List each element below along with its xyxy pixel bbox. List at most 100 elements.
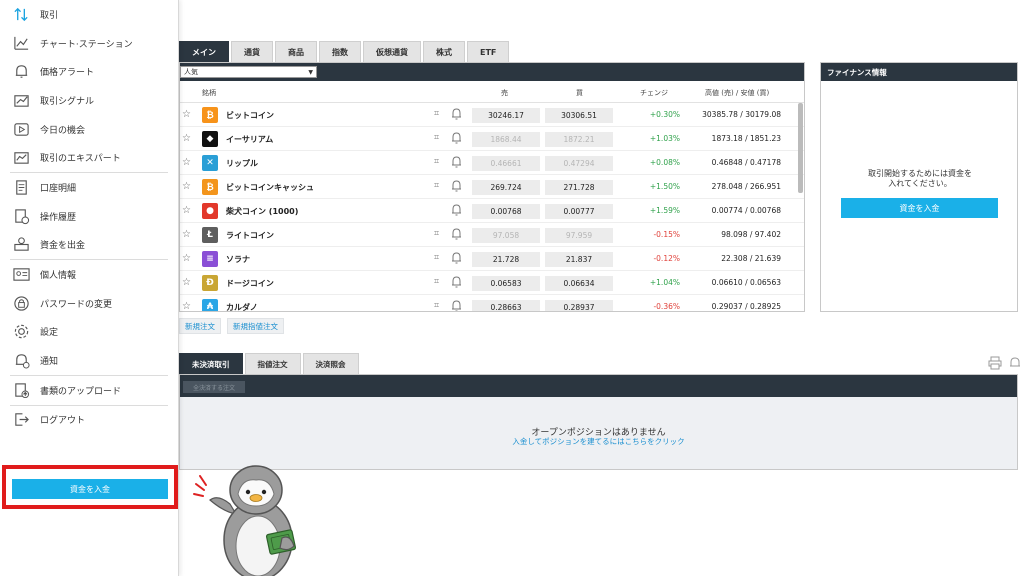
- signal-chart-icon[interactable]: ⌗: [434, 301, 439, 311]
- buy-price-button[interactable]: 0.06634: [545, 276, 613, 291]
- sidebar-item[interactable]: 個人情報: [0, 260, 178, 289]
- star-icon[interactable]: ☆: [182, 229, 191, 240]
- bell-icon[interactable]: [451, 156, 462, 170]
- signal-chart-icon[interactable]: ⌗: [434, 109, 439, 119]
- print-icon[interactable]: [988, 356, 1002, 373]
- star-icon[interactable]: ☆: [182, 181, 191, 192]
- table-row[interactable]: ☆ ◆ イーサリアム ⌗ 1868.44 1872.21 +1.03% 1873.18 / 1…: [180, 127, 804, 151]
- sell-price-button[interactable]: 1868.44: [472, 132, 540, 147]
- category-select[interactable]: 人気 ▼: [180, 66, 317, 78]
- signal-chart-icon[interactable]: ⌗: [434, 133, 439, 143]
- table-row[interactable]: ☆ Ð ドージコイン ⌗ 0.06583 0.06634 +1.04% 0.06610 / 0…: [180, 271, 804, 295]
- sell-price-button[interactable]: 0.28663: [472, 300, 540, 311]
- bell-icon[interactable]: [451, 180, 462, 194]
- withdraw-icon: [12, 236, 30, 254]
- tab-positions[interactable]: 決済照会: [302, 353, 359, 374]
- signal-chart-icon[interactable]: ⌗: [434, 277, 439, 287]
- buy-price-button[interactable]: 21.837: [545, 252, 613, 267]
- signal-chart-icon[interactable]: ⌗: [434, 181, 439, 191]
- sidebar-item[interactable]: 今日の機会: [0, 115, 178, 144]
- star-icon[interactable]: ☆: [182, 253, 191, 264]
- sidebar-deposit-button[interactable]: 資金を入金: [12, 479, 168, 499]
- tab-positions[interactable]: 未決済取引: [179, 353, 243, 374]
- buy-price-button[interactable]: 97.959: [545, 228, 613, 243]
- signal-chart-icon[interactable]: ⌗: [434, 253, 439, 263]
- bell-icon[interactable]: [451, 252, 462, 266]
- sell-price-button[interactable]: 269.724: [472, 180, 540, 195]
- sidebar-item[interactable]: 価格アラート: [0, 57, 178, 86]
- close-all-button[interactable]: 全決済する注文: [183, 381, 245, 393]
- column-header: 銘柄 売 買 チェンジ 高値 (売) / 安値 (買): [180, 81, 804, 103]
- market-panel: 人気 ▼ 銘柄 売 買 チェンジ 高値 (売) / 安値 (買) ☆ ₿ ビットコイ…: [179, 62, 805, 312]
- sidebar-item[interactable]: 取引シグナル: [0, 86, 178, 115]
- sidebar-item[interactable]: 取引: [0, 0, 178, 29]
- tab-market[interactable]: 指数: [319, 41, 361, 62]
- new-limit-order-button[interactable]: 新規指値注文: [227, 318, 284, 334]
- sidebar-item[interactable]: 操作履歴: [0, 202, 178, 231]
- sidebar-item[interactable]: チャート·ステーション: [0, 29, 178, 58]
- table-row[interactable]: ☆ ✕ リップル ⌗ 0.46661 0.47294 +0.08% 0.46848 / 0.4…: [180, 151, 804, 175]
- sidebar-item[interactable]: 取引のエキスパート: [0, 143, 178, 172]
- sell-price-button[interactable]: 0.46661: [472, 156, 540, 171]
- signal-chart-icon[interactable]: ⌗: [434, 229, 439, 239]
- bell-icon[interactable]: [451, 276, 462, 290]
- buy-price-button[interactable]: 0.47294: [545, 156, 613, 171]
- tab-positions[interactable]: 指値注文: [244, 353, 301, 374]
- sidebar-item[interactable]: ログアウト: [0, 406, 178, 435]
- signal-chart-icon[interactable]: ⌗: [434, 157, 439, 167]
- tab-market[interactable]: 株式: [423, 41, 465, 62]
- star-icon[interactable]: ☆: [182, 205, 191, 216]
- sidebar-item[interactable]: 資金を出金: [0, 231, 178, 260]
- sell-price-button[interactable]: 97.058: [472, 228, 540, 243]
- table-row[interactable]: ☆ ● 柴犬コイン (1000) 0.00768 0.00777 +1.59% 0.0077…: [180, 199, 804, 223]
- sell-price-button[interactable]: 21.728: [472, 252, 540, 267]
- tab-market[interactable]: メイン: [179, 41, 229, 62]
- table-row[interactable]: ☆ ≡ ソラナ ⌗ 21.728 21.837 -0.12% 22.308 / 21.639: [180, 247, 804, 271]
- sidebar-item[interactable]: 口座明細: [0, 173, 178, 202]
- tab-market[interactable]: 通貨: [231, 41, 273, 62]
- star-icon[interactable]: ☆: [182, 133, 191, 144]
- gear-icon: [12, 323, 30, 341]
- change-value: +1.04%: [649, 278, 680, 287]
- buy-price-button[interactable]: 1872.21: [545, 132, 613, 147]
- buy-price-button[interactable]: 0.28937: [545, 300, 613, 311]
- highlow-value: 278.048 / 266.951: [711, 182, 781, 191]
- tab-market[interactable]: ETF: [467, 41, 510, 62]
- bell-icon[interactable]: [451, 132, 462, 146]
- bell-icon[interactable]: [451, 108, 462, 122]
- scrollbar[interactable]: [798, 103, 803, 193]
- buy-price-button[interactable]: 30306.51: [545, 108, 613, 123]
- sidebar-item[interactable]: パスワードの変更: [0, 289, 178, 318]
- star-icon[interactable]: ☆: [182, 157, 191, 168]
- bell-icon[interactable]: [451, 300, 462, 311]
- sell-price-button[interactable]: 0.00768: [472, 204, 540, 219]
- penguin-mascot: [193, 465, 297, 576]
- table-row[interactable]: ☆ ₳ カルダノ ⌗ 0.28663 0.28937 -0.36% 0.29037 / 0.2…: [180, 295, 804, 311]
- table-row[interactable]: ☆ ₿ ビットコイン ⌗ 30246.17 30306.51 +0.30% 30385.78 …: [180, 103, 804, 127]
- star-icon[interactable]: ☆: [182, 301, 191, 311]
- instrument-name: ビットコインキャッシュ: [226, 183, 314, 192]
- table-row[interactable]: ☆ Ł ライトコイン ⌗ 97.058 97.959 -0.15% 98.098 / 97.4…: [180, 223, 804, 247]
- sidebar-item[interactable]: 書類のアップロード: [0, 376, 178, 405]
- new-order-button[interactable]: 新規注文: [179, 318, 221, 334]
- buy-price-button[interactable]: 0.00777: [545, 204, 613, 219]
- star-icon[interactable]: ☆: [182, 109, 191, 120]
- highlow-value: 0.00774 / 0.00768: [711, 206, 781, 215]
- tab-market[interactable]: 仮想通貨: [363, 41, 421, 62]
- change-value: +0.30%: [649, 110, 680, 119]
- buy-price-button[interactable]: 271.728: [545, 180, 613, 195]
- bell-icon[interactable]: [451, 204, 462, 218]
- bell-icon[interactable]: [451, 228, 462, 242]
- table-row[interactable]: ☆ ₿ ビットコインキャッシュ ⌗ 269.724 271.728 +1.50% 278.04…: [180, 175, 804, 199]
- bell-off-icon[interactable]: [1008, 356, 1022, 373]
- sidebar-item[interactable]: 設定: [0, 318, 178, 347]
- tab-market[interactable]: 商品: [275, 41, 317, 62]
- sell-price-button[interactable]: 0.06583: [472, 276, 540, 291]
- sell-price-button[interactable]: 30246.17: [472, 108, 540, 123]
- star-icon[interactable]: ☆: [182, 277, 191, 288]
- finance-deposit-button[interactable]: 資金を入金: [841, 198, 998, 218]
- deposit-link[interactable]: 入金してポジションを建てるにはこちらをクリック: [180, 436, 1017, 447]
- sidebar-item-label: 通知: [40, 357, 59, 368]
- coin-logo-icon: ≡: [202, 251, 218, 267]
- sidebar-item[interactable]: 通知: [0, 346, 178, 375]
